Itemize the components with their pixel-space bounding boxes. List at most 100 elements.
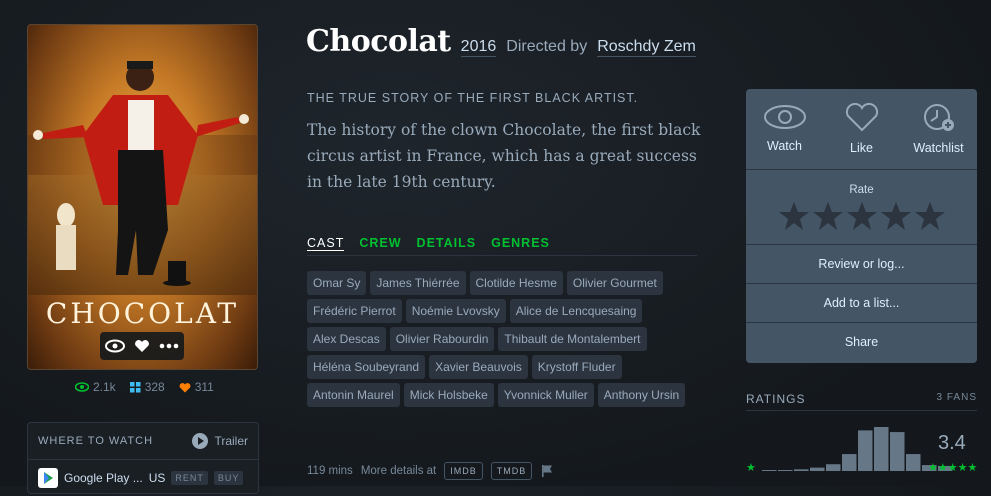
rate-section: Rate [746, 170, 977, 245]
buy-option[interactable]: BUY [213, 471, 244, 485]
tmdb-link[interactable]: TMDB [490, 462, 533, 480]
google-play-icon [38, 468, 58, 488]
lists-count[interactable]: 328 [129, 380, 165, 394]
heart-icon [845, 103, 878, 132]
grid-icon [129, 381, 141, 392]
cast-chip[interactable]: James Thiérrée [370, 271, 466, 295]
star-icon[interactable] [812, 200, 844, 232]
histogram-bar[interactable] [890, 432, 905, 471]
lists-count-value: 328 [144, 380, 165, 394]
cast-chip[interactable]: Thibault de Montalembert [498, 327, 647, 351]
cast-chip[interactable]: Clotilde Hesme [469, 271, 563, 295]
min-star-label: ★ [746, 462, 756, 474]
play-icon [192, 433, 209, 449]
histogram-bar[interactable] [810, 467, 825, 471]
film-title: Chocolat [306, 24, 451, 59]
histogram-bar[interactable] [858, 430, 873, 471]
film-synopsis: The history of the clown Chocolate, the … [307, 121, 701, 191]
user-actions-panel: Watch Like Watchlist Rate Review or log.… [746, 89, 977, 363]
cast-chip[interactable]: Olivier Rabourdin [389, 327, 495, 351]
histogram-bar[interactable] [906, 454, 921, 471]
star-icon[interactable] [880, 200, 912, 232]
cast-chip[interactable]: Héléna Soubeyrand [307, 355, 426, 379]
cast-list: Omar Sy James Thiérrée Clotilde Hesme Ol… [307, 271, 697, 407]
like-button[interactable]: Like [823, 89, 900, 169]
histogram-bar[interactable] [794, 469, 809, 471]
star-icon[interactable] [914, 200, 946, 232]
histogram-bar[interactable] [762, 470, 777, 471]
watch-label: Watch [767, 139, 802, 153]
star-icon[interactable] [778, 200, 810, 232]
tab-genres[interactable]: GENRES [491, 236, 550, 251]
film-footer-meta: 119 mins More details at IMDB TMDB [307, 462, 554, 480]
watched-count[interactable]: 2.1k [75, 380, 116, 394]
film-tagline: THE TRUE STORY OF THE FIRST BLACK ARTIST… [307, 91, 639, 105]
poster-stats: 2.1k 328 311 [75, 380, 214, 394]
more-options-icon[interactable] [159, 343, 179, 349]
cast-chip[interactable]: Anthony Ursin [597, 383, 686, 407]
average-rating[interactable]: 3.4 [938, 432, 966, 455]
watchlist-label: Watchlist [913, 141, 964, 155]
cast-chip[interactable]: Frédéric Pierrot [307, 299, 402, 323]
eye-icon [75, 382, 89, 392]
review-or-log-button[interactable]: Review or log... [746, 245, 977, 284]
flag-icon[interactable] [540, 464, 554, 478]
service-region: US [148, 471, 166, 485]
directed-by-label: Directed by [506, 38, 588, 55]
watchlist-button[interactable]: Watchlist [900, 89, 977, 169]
cast-chip[interactable]: Xavier Beauvois [429, 355, 528, 379]
watch-button[interactable]: Watch [746, 89, 823, 169]
add-to-list-button[interactable]: Add to a list... [746, 284, 977, 323]
share-button[interactable]: Share [746, 323, 977, 361]
where-to-watch-panel: WHERE TO WATCH Trailer Google Play ... U… [27, 422, 259, 494]
clock-plus-icon [923, 104, 954, 131]
rate-label: Rate [849, 184, 874, 196]
rating-stars[interactable] [746, 200, 977, 232]
trailer-label: Trailer [214, 434, 248, 448]
trailer-button[interactable]: Trailer [192, 433, 248, 449]
rent-option[interactable]: RENT [171, 471, 208, 485]
panel-primary-actions: Watch Like Watchlist [746, 89, 977, 170]
runtime-text: 119 mins [307, 465, 353, 477]
director-link[interactable]: Roschdy Zem [597, 38, 696, 57]
tab-details[interactable]: DETAILS [417, 236, 477, 251]
cast-chip[interactable]: Noémie Lvovsky [405, 299, 506, 323]
cast-chip[interactable]: Alice de Lencquesaing [509, 299, 643, 323]
more-details-label: More details at [360, 465, 437, 477]
tab-cast[interactable]: CAST [307, 236, 345, 251]
eye-icon [763, 105, 806, 129]
service-name: Google Play ... [64, 471, 143, 485]
where-to-watch-header: WHERE TO WATCH Trailer [28, 423, 258, 460]
histogram-bar[interactable] [826, 464, 841, 471]
where-to-watch-title: WHERE TO WATCH [38, 435, 154, 447]
cast-chip[interactable]: Alex Descas [307, 327, 386, 351]
cast-chip[interactable]: Yvonnick Muller [497, 383, 594, 407]
histogram-bar[interactable] [778, 470, 793, 471]
cast-chip[interactable]: Olivier Gourmet [566, 271, 663, 295]
cast-chip[interactable]: Krystoff Fluder [531, 355, 622, 379]
film-poster[interactable]: CHOCOLAT [27, 24, 258, 370]
heart-icon [179, 382, 191, 392]
cast-chip[interactable]: Mick Holsbeke [403, 383, 494, 407]
tab-crew[interactable]: CREW [359, 236, 401, 251]
cast-chip[interactable]: Antonin Maurel [307, 383, 400, 407]
star-icon[interactable] [846, 200, 878, 232]
watched-count-value: 2.1k [93, 380, 116, 394]
film-year-link[interactable]: 2016 [460, 38, 497, 57]
heart-icon[interactable] [134, 339, 150, 353]
max-star-label: ★★★★★ [928, 462, 977, 474]
ratings-title[interactable]: RATINGS [746, 392, 805, 406]
streaming-service-row[interactable]: Google Play ... US RENT BUY [28, 460, 258, 496]
poster-title-text: CHOCOLAT [45, 297, 240, 330]
like-label: Like [850, 141, 873, 155]
poster-quick-actions [100, 332, 184, 360]
cast-chip[interactable]: Omar Sy [307, 271, 367, 295]
imdb-link[interactable]: IMDB [444, 462, 483, 480]
histogram-bar[interactable] [874, 427, 889, 471]
likes-count[interactable]: 311 [179, 380, 214, 394]
histogram-bar[interactable] [842, 454, 857, 471]
eye-icon[interactable] [104, 339, 125, 353]
likes-count-value: 311 [194, 380, 214, 394]
film-info-tabs: CAST CREW DETAILS GENRES [307, 236, 697, 256]
fans-count[interactable]: 3 FANS [937, 392, 977, 406]
